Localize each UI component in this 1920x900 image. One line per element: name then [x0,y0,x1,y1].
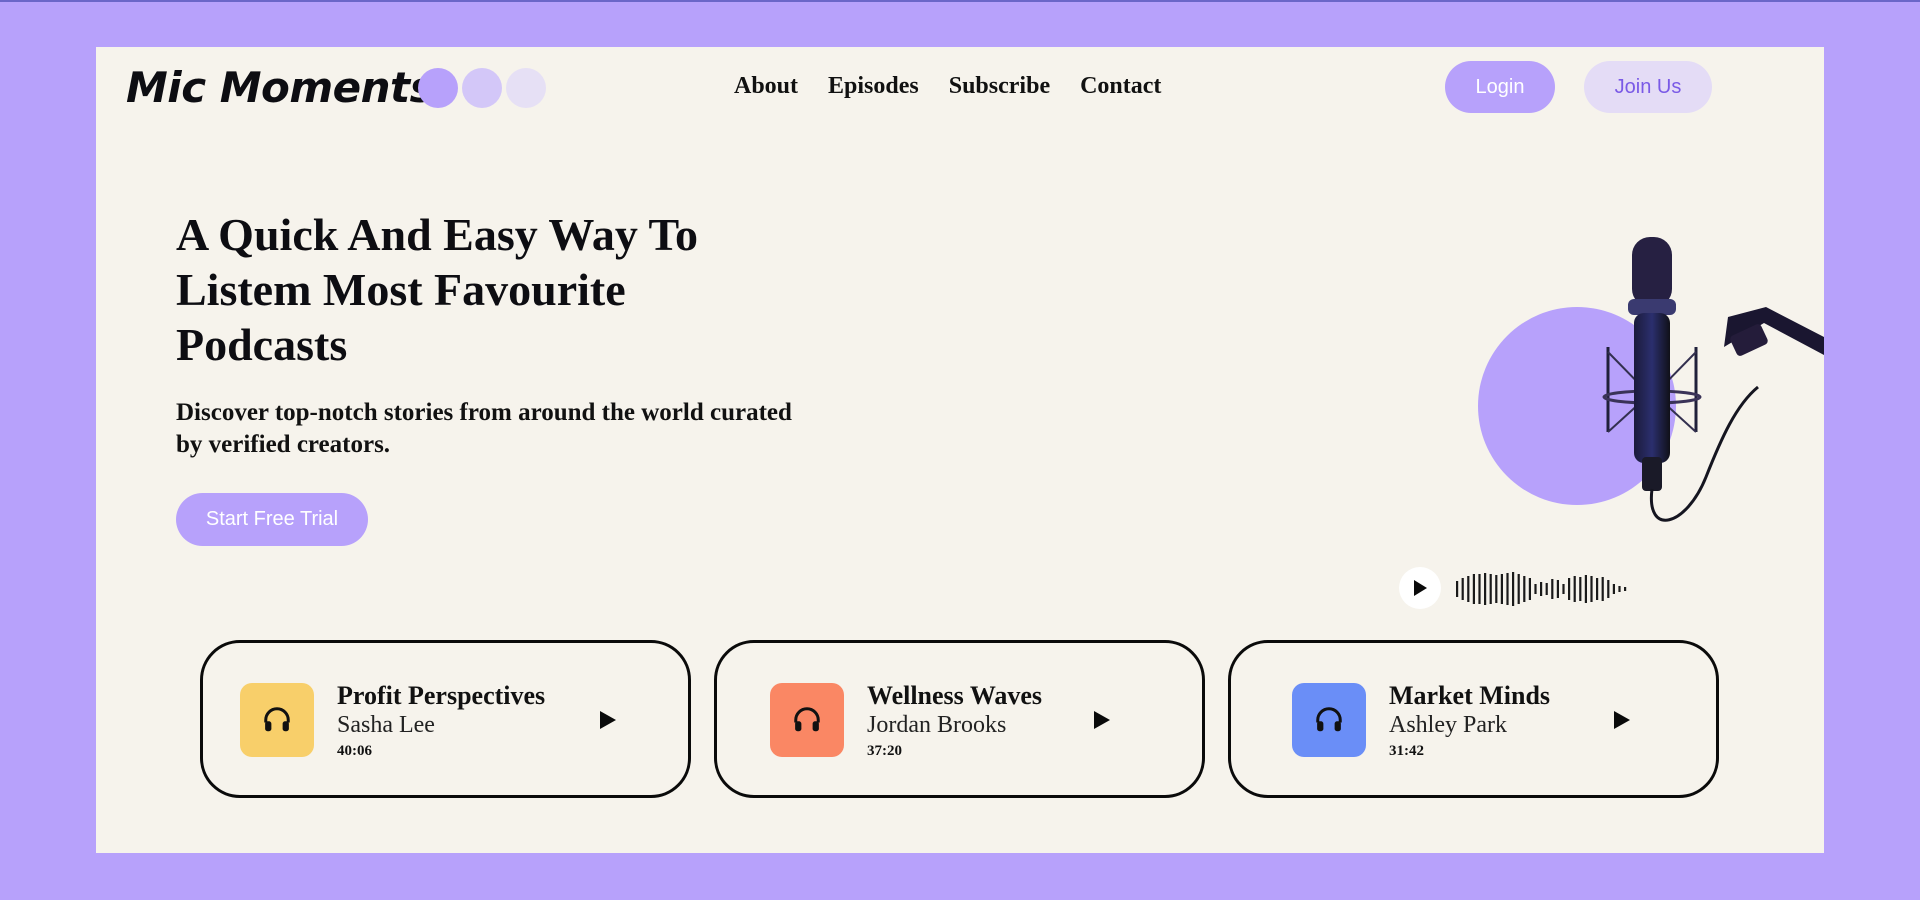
waveform-bar [1612,584,1615,594]
logo-dot [506,68,546,108]
window-top-border [0,0,1920,2]
play-icon [600,711,616,729]
waveform-bar [1607,580,1610,598]
episode-icon-box [240,683,314,757]
episode-title: Profit Perspectives [337,681,546,710]
waveform-bar [1489,574,1492,604]
waveform-bar [1472,574,1475,604]
waveform-bar [1461,578,1464,600]
episode-icon-box [1292,683,1366,757]
episode-duration: 37:20 [867,743,902,759]
nav-link-subscribe[interactable]: Subscribe [949,73,1050,100]
waveform-bar [1556,580,1559,598]
hero-subtitle: Discover top-notch stories from around t… [176,399,792,458]
page-frame: Mic Moments About Episodes Subscribe Con… [96,47,1824,853]
episode-icon-box [770,683,844,757]
waveform-bar [1601,577,1604,601]
episode-card[interactable]: Market Minds Ashley Park 31:42 [1228,640,1719,798]
waveform-bar [1590,576,1593,602]
play-icon [1414,580,1427,596]
logo-dots [418,68,546,108]
nav-link-episodes[interactable]: Episodes [828,73,919,100]
waveform-bar [1523,576,1526,602]
start-free-trial-button[interactable]: Start Free Trial [176,493,368,546]
waveform-bar [1624,587,1627,591]
play-icon [1094,711,1110,729]
waveform-bar [1467,576,1470,602]
waveform-bar [1528,578,1531,600]
waveform-bar [1534,584,1537,594]
episode-author: Jordan Brooks [867,712,1007,738]
microphone-image [1602,237,1824,522]
waveform-bar [1500,574,1503,604]
episode-duration: 31:42 [1389,743,1424,759]
waveform-bar [1484,573,1487,605]
waveform-bar [1506,573,1509,605]
login-button[interactable]: Login [1445,61,1555,113]
nav-link-contact[interactable]: Contact [1080,73,1161,100]
main-nav: About Episodes Subscribe Contact [734,73,1161,100]
episode-title: Market Minds [1389,681,1551,710]
waveform-bar [1568,578,1571,600]
brand-logo[interactable]: Mic Moments [126,63,435,112]
episode-card[interactable]: Profit Perspectives Sasha Lee 40:06 [200,640,691,798]
waveform-bar [1540,582,1543,596]
waveform-bar [1478,574,1481,604]
episode-duration: 40:06 [337,743,372,759]
nav-link-about[interactable]: About [734,73,798,100]
waveform-bar [1596,578,1599,600]
waveform-bar [1545,583,1548,595]
logo-dot [418,68,458,108]
waveform-bar [1495,575,1498,603]
waveform-bar [1618,586,1621,592]
waveform-bar [1517,574,1520,604]
waveform-bar [1562,584,1565,594]
play-icon [1614,711,1630,729]
hero-play-button[interactable] [1399,567,1441,609]
waveform-bar [1512,572,1515,606]
waveform-bar [1579,577,1582,601]
episode-author: Ashley Park [1389,712,1507,738]
waveform-bar [1551,579,1554,599]
audio-waveform [1456,572,1627,606]
episode-play-button[interactable] [1089,707,1115,733]
headphones-icon [264,707,290,732]
headphones-icon [794,707,820,732]
waveform-bar [1456,581,1459,597]
hero-title: A Quick And Easy Way To Listem Most Favo… [176,209,699,370]
headphones-icon [1316,707,1342,732]
episode-card[interactable]: Wellness Waves Jordan Brooks 37:20 [714,640,1205,798]
episode-play-button[interactable] [595,707,621,733]
logo-dot [462,68,502,108]
episode-author: Sasha Lee [337,712,435,738]
waveform-bar [1573,576,1576,602]
waveform-bar [1584,575,1587,603]
episode-title: Wellness Waves [867,681,1043,710]
join-us-button[interactable]: Join Us [1584,61,1712,113]
episode-play-button[interactable] [1609,707,1635,733]
